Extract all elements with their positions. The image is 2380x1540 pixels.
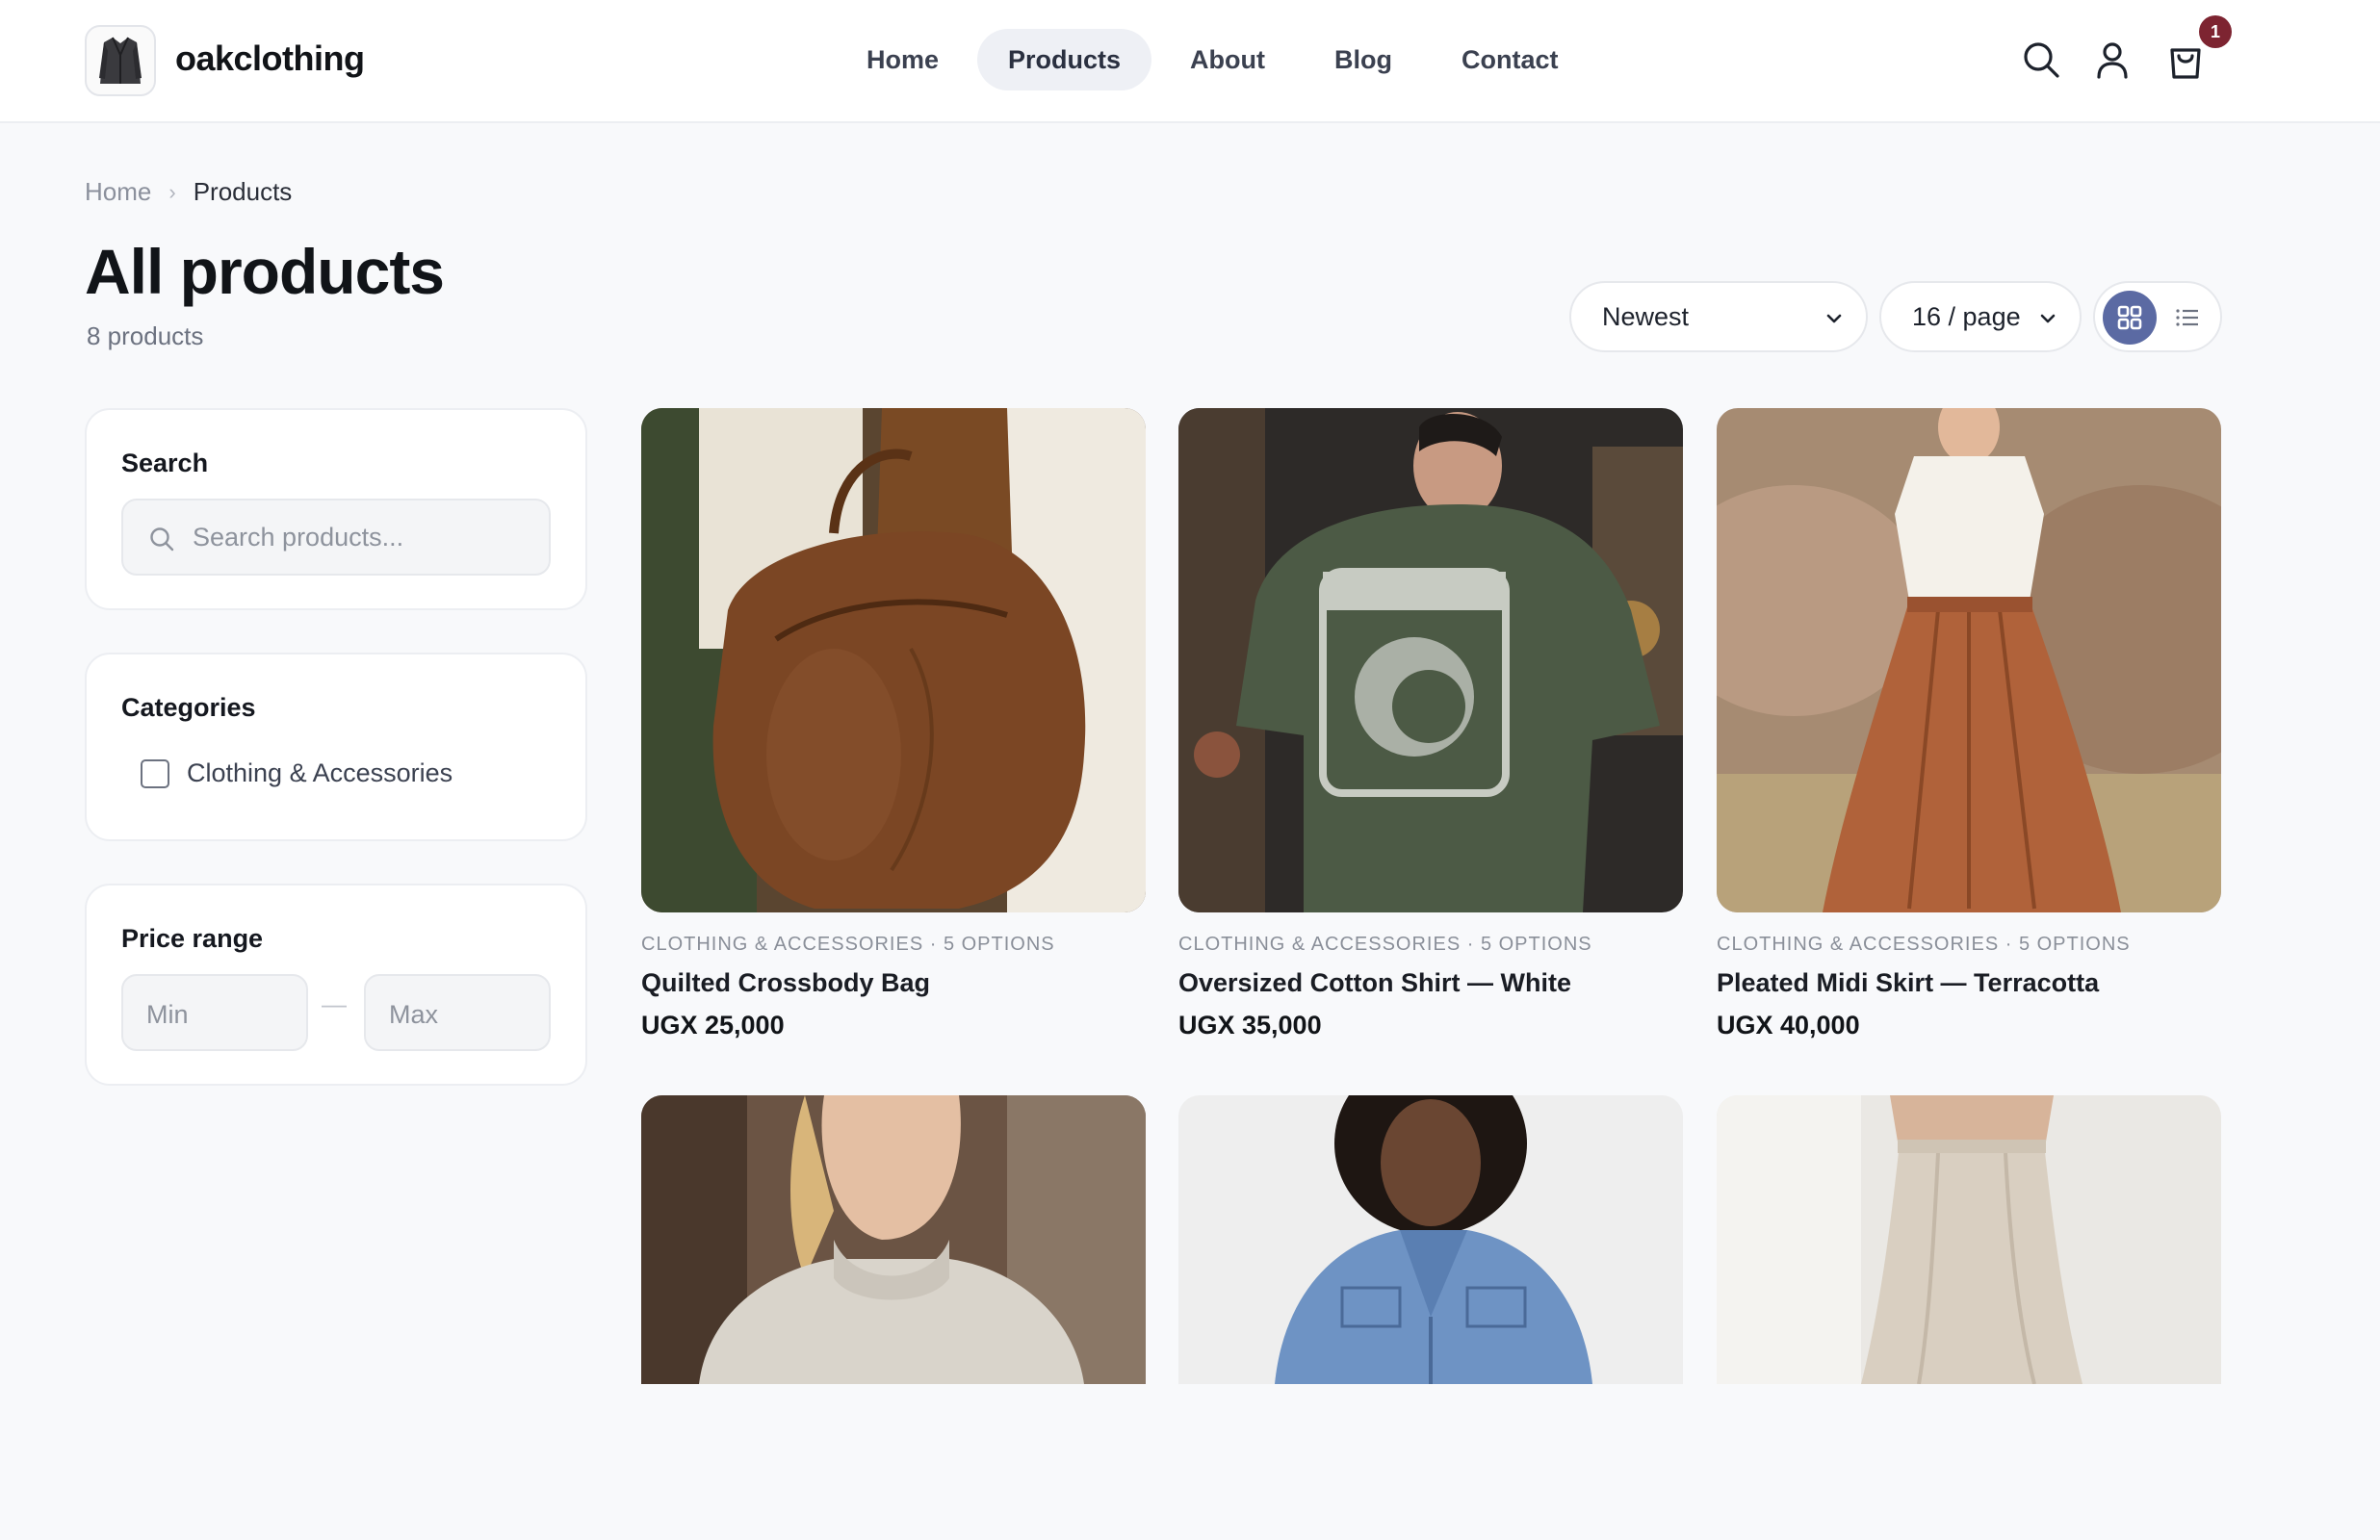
price-max-field[interactable] <box>364 974 551 1051</box>
product-image[interactable] <box>1178 1095 1683 1384</box>
jacket-photo <box>1178 1095 1683 1384</box>
sweater-photo <box>641 1095 1146 1384</box>
grid-icon <box>2117 305 2142 330</box>
nav-about[interactable]: About <box>1159 29 1296 90</box>
breadcrumb-home[interactable]: Home <box>85 177 151 207</box>
bag-photo <box>641 408 1146 912</box>
brand-logo[interactable] <box>85 25 156 96</box>
main-nav: Home Products About Blog Contact <box>836 29 1590 90</box>
product-image[interactable] <box>641 1095 1146 1384</box>
price-min-field[interactable] <box>121 974 308 1051</box>
nav-products[interactable]: Products <box>977 29 1152 90</box>
search-panel: Search <box>85 408 587 610</box>
product-count: 8 products <box>87 321 204 350</box>
product-name[interactable]: Quilted Crossbody Bag <box>641 968 930 998</box>
product-meta: CLOTHING & ACCESSORIES · 5 OPTIONS <box>1178 934 1592 955</box>
product-image[interactable] <box>1717 408 2221 912</box>
site-header: oakclothing Home Products About Blog Con… <box>0 0 2380 123</box>
view-toggle <box>2093 281 2222 352</box>
product-price: UGX 35,000 <box>1178 1011 1322 1040</box>
categories-panel-title: Categories <box>121 693 256 722</box>
product-price: UGX 40,000 <box>1717 1011 1860 1040</box>
chevron-down-icon <box>1826 314 1842 323</box>
search-icon[interactable] <box>2020 38 2062 81</box>
sort-select[interactable]: Newest <box>1569 281 1868 352</box>
categories-panel: Categories Clothing & Accessories <box>85 653 587 841</box>
list-icon <box>2176 309 2198 326</box>
category-checkbox[interactable] <box>141 758 169 788</box>
search-panel-title: Search <box>121 449 209 477</box>
breadcrumb: Home › Products <box>85 177 292 207</box>
category-label: Clothing & Accessories <box>187 758 453 787</box>
nav-home[interactable]: Home <box>836 29 970 90</box>
price-max-input[interactable] <box>389 995 533 1034</box>
category-option-clothing[interactable]: Clothing & Accessories <box>141 758 453 788</box>
product-price: UGX 25,000 <box>641 1011 785 1040</box>
product-image[interactable] <box>1178 408 1683 912</box>
search-field[interactable] <box>121 499 551 576</box>
satin-skirt-photo <box>1717 1095 2221 1384</box>
breadcrumb-current: Products <box>193 177 293 206</box>
product-meta: CLOTHING & ACCESSORIES · 5 OPTIONS <box>1717 934 2131 955</box>
product-image[interactable] <box>1717 1095 2221 1384</box>
product-name[interactable]: Oversized Cotton Shirt — White <box>1178 968 1571 998</box>
sort-value: Newest <box>1602 301 1690 331</box>
price-panel: Price range — <box>85 884 587 1086</box>
grid-view-button[interactable] <box>2103 291 2157 345</box>
cart-icon[interactable] <box>2164 38 2207 81</box>
skirt-photo <box>1717 408 2221 912</box>
user-icon[interactable] <box>2091 38 2134 81</box>
brand-name[interactable]: oakclothing <box>175 38 365 79</box>
product-meta: CLOTHING & ACCESSORIES · 5 OPTIONS <box>641 934 1055 955</box>
per-page-select[interactable]: 16 / page <box>1879 281 2082 352</box>
per-page-value: 16 / page <box>1912 301 2021 331</box>
product-name[interactable]: Pleated Midi Skirt — Terracotta <box>1717 968 2099 998</box>
search-input[interactable] <box>193 518 530 556</box>
product-image[interactable] <box>641 408 1146 912</box>
list-view-button[interactable] <box>2170 300 2205 335</box>
jacket-icon <box>99 37 142 84</box>
page-title: All products <box>85 236 445 307</box>
nav-blog[interactable]: Blog <box>1304 29 1423 90</box>
search-icon <box>150 527 174 552</box>
price-separator: — <box>322 989 347 1018</box>
nav-contact[interactable]: Contact <box>1431 29 1590 90</box>
price-panel-title: Price range <box>121 924 264 953</box>
shirt-photo <box>1178 408 1683 912</box>
chevron-down-icon <box>2040 314 2056 323</box>
price-min-input[interactable] <box>146 995 291 1034</box>
chevron-right-icon: › <box>168 179 176 204</box>
cart-count-badge: 1 <box>2199 15 2232 48</box>
